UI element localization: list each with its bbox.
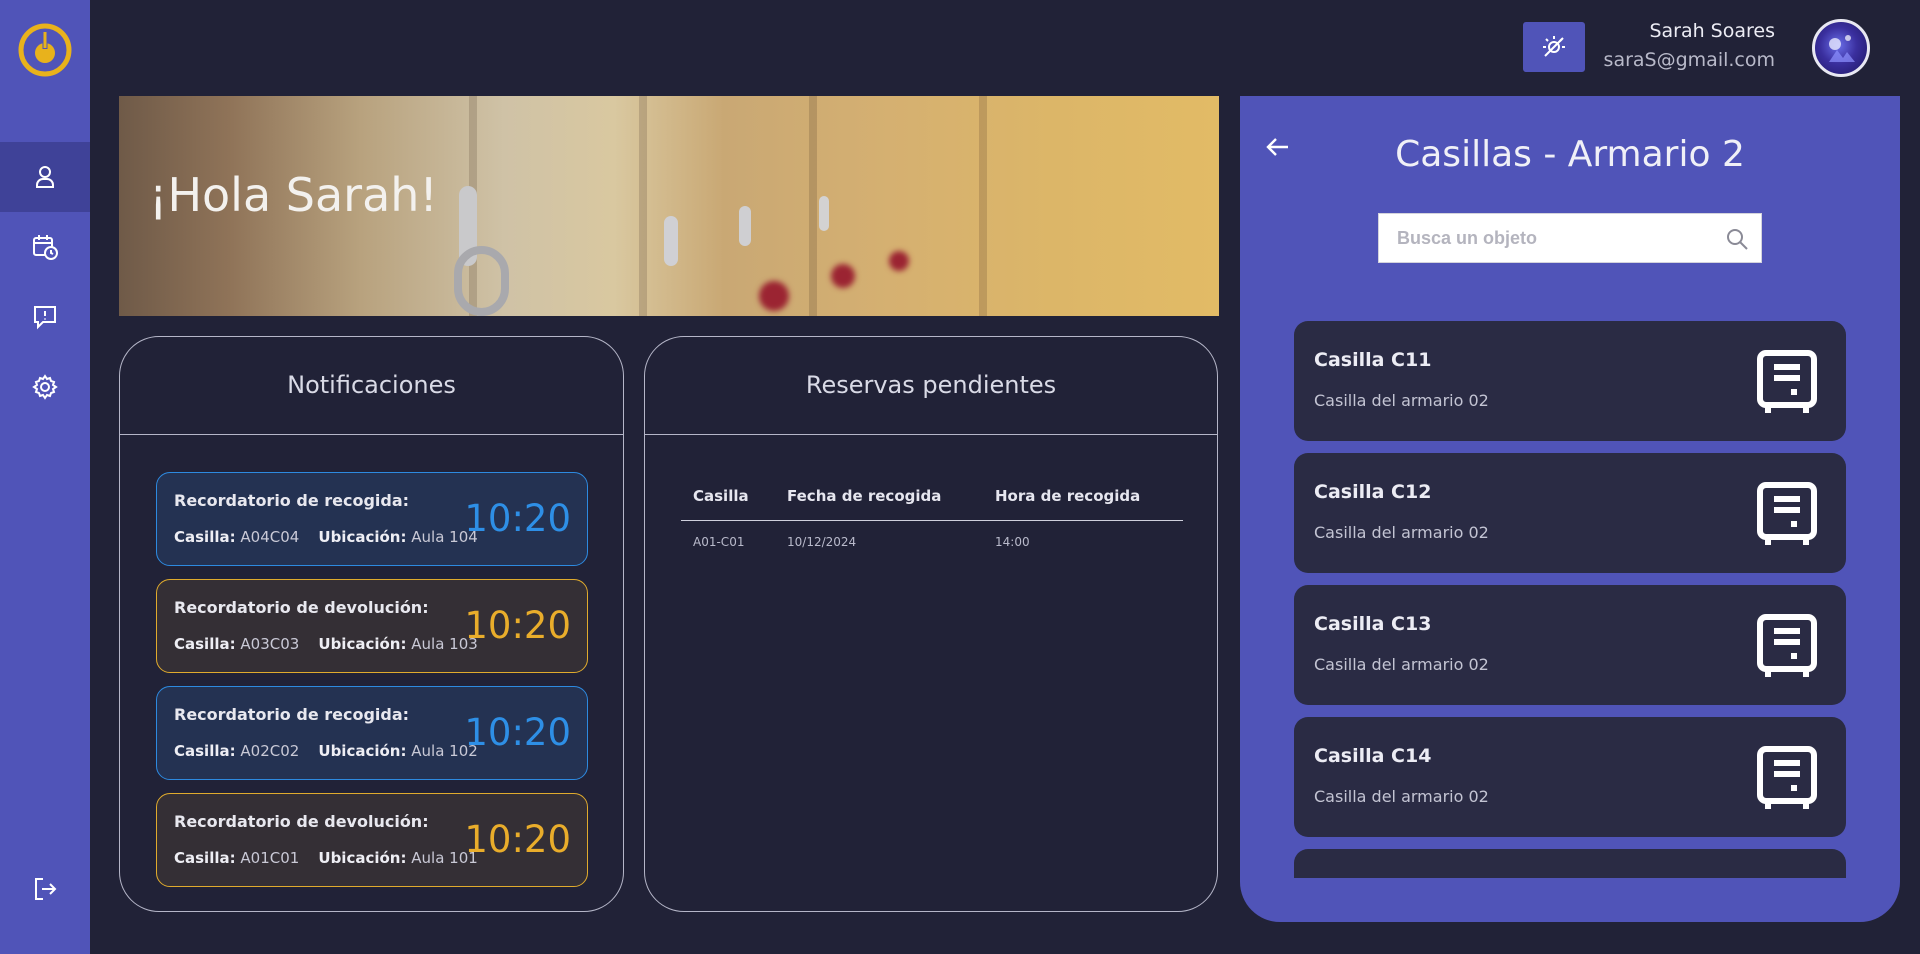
avatar[interactable] <box>1812 19 1870 77</box>
table-row[interactable]: A01-C01 10/12/2024 14:00 <box>681 535 1183 559</box>
search-input[interactable] <box>1379 214 1709 262</box>
lockers-panel: Casillas - Armario 2 Casilla C11 Casilla… <box>1240 96 1900 922</box>
locker-list: Casilla C11 Casilla del armario 02 Casil… <box>1294 321 1848 878</box>
sidebar-item-reservations[interactable] <box>0 212 90 282</box>
notification-item[interactable]: Recordatorio de recogida: Casilla: A04C0… <box>156 472 588 566</box>
column-header: Fecha de recogida <box>787 487 942 505</box>
notifications-title: Notificaciones <box>287 371 456 399</box>
notification-detail: Casilla: A02C02 Ubicación: Aula 102 <box>174 742 478 760</box>
notification-item[interactable]: Recordatorio de devolución: Casilla: A01… <box>156 793 588 887</box>
notification-detail: Casilla: A03C03 Ubicación: Aula 103 <box>174 635 478 653</box>
notification-title: Recordatorio de devolución: <box>174 812 429 831</box>
notification-time: 10:20 <box>464 497 571 540</box>
notification-detail: Casilla: A01C01 Ubicación: Aula 101 <box>174 849 478 867</box>
table-header: Casilla Fecha de recogida Hora de recogi… <box>681 487 1183 521</box>
notification-title: Recordatorio de recogida: <box>174 705 410 724</box>
locker-name: Casilla C11 <box>1314 349 1432 371</box>
locker-description: Casilla del armario 02 <box>1314 391 1489 410</box>
table-cell: 14:00 <box>995 535 1030 549</box>
gear-icon <box>32 374 58 400</box>
message-alert-icon <box>34 306 56 330</box>
locker-description: Casilla del armario 02 <box>1314 523 1489 542</box>
logout-button[interactable] <box>0 854 90 924</box>
divider <box>645 434 1217 435</box>
notification-time: 10:20 <box>464 711 571 754</box>
sidebar-item-incidents[interactable] <box>0 282 90 352</box>
user-icon <box>36 166 54 188</box>
notification-title: Recordatorio de recogida: <box>174 491 410 510</box>
divider <box>120 434 623 435</box>
search-icon[interactable] <box>1725 227 1749 251</box>
table-cell: 10/12/2024 <box>787 535 857 549</box>
locker-icon <box>1757 350 1817 413</box>
welcome-banner: ¡Hola Sarah! <box>119 96 1219 316</box>
locker-name: Casilla C13 <box>1314 613 1432 635</box>
reservations-card: Reservas pendientes Casilla Fecha de rec… <box>644 336 1218 912</box>
notifications-card: Notificaciones Recordatorio de recogida:… <box>119 336 624 912</box>
notification-title: Recordatorio de devolución: <box>174 598 429 617</box>
column-header: Casilla <box>693 487 749 505</box>
power-logo-icon[interactable] <box>17 22 73 78</box>
notification-item[interactable]: Recordatorio de recogida: Casilla: A02C0… <box>156 686 588 780</box>
table-cell: A01-C01 <box>693 535 745 549</box>
theme-toggle-button[interactable] <box>1523 22 1585 72</box>
calendar-clock-icon <box>33 235 58 260</box>
notification-detail: Casilla: A04C04 Ubicación: Aula 104 <box>174 528 478 546</box>
locker-name: Casilla C14 <box>1314 745 1432 767</box>
sidebar <box>0 0 90 954</box>
locker-icon <box>1757 482 1817 545</box>
sidebar-item-settings[interactable] <box>0 352 90 422</box>
reservations-title: Reservas pendientes <box>805 371 1057 399</box>
column-header: Hora de recogida <box>995 487 1141 505</box>
user-email: saraS@gmail.com <box>1603 49 1775 71</box>
locker-item[interactable]: Casilla C12 Casilla del armario 02 <box>1294 453 1846 573</box>
sidebar-item-profile[interactable] <box>0 142 90 212</box>
locker-icon <box>1757 746 1817 809</box>
greeting-title: ¡Hola Sarah! <box>149 168 438 222</box>
locker-icon <box>1757 614 1817 677</box>
notification-time: 10:20 <box>464 818 571 861</box>
locker-item[interactable]: Casilla C11 Casilla del armario 02 <box>1294 321 1846 441</box>
locker-item[interactable]: Casilla C14 Casilla del armario 02 <box>1294 717 1846 837</box>
search-box <box>1378 213 1762 263</box>
notification-time: 10:20 <box>464 604 571 647</box>
user-name: Sarah Soares <box>1649 20 1775 42</box>
locker-name: Casilla C12 <box>1314 481 1432 503</box>
locker-description: Casilla del armario 02 <box>1314 655 1489 674</box>
theme-toggle-icon <box>1543 36 1565 57</box>
locker-item-partial[interactable] <box>1294 849 1846 878</box>
locker-description: Casilla del armario 02 <box>1314 787 1489 806</box>
locker-item[interactable]: Casilla C13 Casilla del armario 02 <box>1294 585 1846 705</box>
notification-item[interactable]: Recordatorio de devolución: Casilla: A03… <box>156 579 588 673</box>
logout-icon <box>35 878 57 900</box>
panel-title: Casillas - Armario 2 <box>1395 134 1745 175</box>
